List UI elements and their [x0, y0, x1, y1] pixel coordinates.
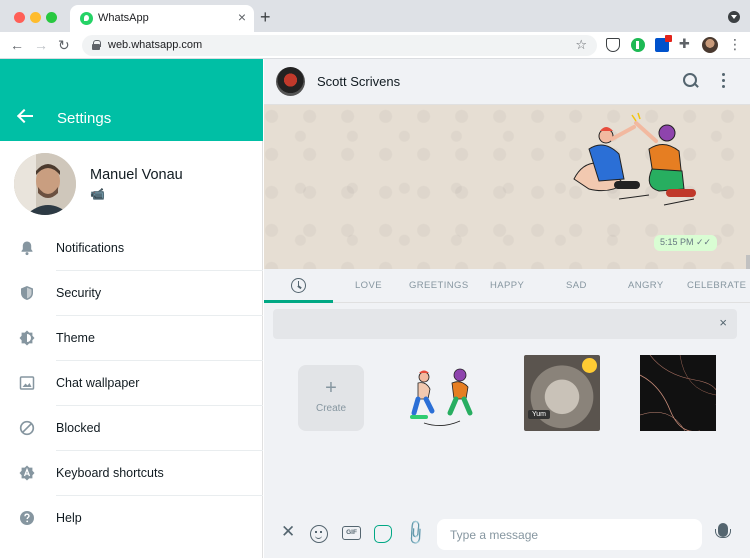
tab-celebrate[interactable]: CELEBRATE: [687, 280, 746, 291]
clock-icon: [291, 278, 306, 293]
chat-header: Scott Scrivens: [264, 59, 750, 105]
profile-name[interactable]: Manuel Vonau: [90, 167, 183, 183]
pocket-extension-icon[interactable]: [606, 38, 620, 52]
sticker-icon[interactable]: [374, 525, 392, 543]
keyboard-shortcuts-icon: [19, 465, 35, 481]
emoji-icon[interactable]: [310, 525, 328, 543]
extensions-puzzle-icon[interactable]: ✚: [679, 36, 693, 51]
settings-panel: Settings Manuel Vonau 📹 Notifications Se…: [0, 59, 263, 558]
settings-item-label: Keyboard shortcuts: [56, 466, 164, 480]
message-input[interactable]: [437, 519, 702, 550]
lock-icon[interactable]: [92, 40, 101, 50]
hamster-sticker[interactable]: Yum: [524, 355, 600, 431]
settings-item-label: Blocked: [56, 421, 101, 435]
settings-item-label: Help: [56, 511, 82, 525]
compose-bar: ✕ GIF 📎: [264, 509, 750, 558]
tab-love[interactable]: LOVE: [355, 280, 382, 291]
close-panel-icon[interactable]: ✕: [281, 523, 299, 541]
profile-photo-icon: [14, 153, 76, 215]
settings-item-security[interactable]: Security: [0, 271, 263, 316]
tab-title: WhatsApp: [98, 12, 149, 24]
microphone-icon[interactable]: [715, 523, 731, 538]
blocked-icon: [19, 420, 35, 436]
help-icon: [20, 511, 34, 525]
settings-item-keyboard-shortcuts[interactable]: Keyboard shortcuts: [0, 451, 263, 496]
dancers-sticker[interactable]: [404, 355, 480, 431]
whatsapp-favicon-icon: [80, 12, 93, 25]
tab-close-button[interactable]: ×: [238, 10, 246, 24]
settings-item-help[interactable]: Help: [0, 496, 263, 541]
tab-search-icon[interactable]: [728, 11, 740, 23]
bell-icon: [21, 241, 33, 256]
settings-item-label: Theme: [56, 331, 95, 345]
browser-profile-avatar[interactable]: [702, 37, 718, 53]
green-extension-icon[interactable]: [631, 38, 645, 52]
url-text[interactable]: web.whatsapp.com: [108, 39, 202, 51]
settings-item-notifications[interactable]: Notifications: [0, 226, 263, 271]
address-bar[interactable]: web.whatsapp.com ☆: [82, 35, 597, 56]
tab-recent[interactable]: [264, 269, 333, 303]
settings-item-theme[interactable]: Theme: [0, 316, 263, 361]
profile-avatar[interactable]: [14, 153, 76, 215]
clear-search-icon[interactable]: ×: [719, 316, 727, 330]
chat-messages[interactable]: 5:15 PM ✓✓: [264, 105, 750, 269]
tab-happy[interactable]: HAPPY: [490, 280, 524, 291]
gif-icon[interactable]: GIF: [342, 526, 361, 540]
settings-title: Settings: [57, 110, 112, 127]
settings-item-blocked[interactable]: Blocked: [0, 406, 263, 451]
sticker-caption: Yum: [528, 410, 551, 419]
create-label: Create: [315, 403, 346, 414]
smile-emoji-icon: [582, 358, 597, 373]
shield-icon: [21, 286, 33, 300]
tab-angry[interactable]: ANGRY: [628, 280, 664, 291]
browser-tab-whatsapp[interactable]: WhatsApp ×: [70, 5, 254, 32]
window-close-button[interactable]: [14, 12, 25, 23]
tab-sad[interactable]: SAD: [566, 280, 587, 291]
tab-greetings[interactable]: GREETINGS: [409, 280, 469, 291]
chat-menu-icon[interactable]: [722, 73, 726, 89]
sticker-search-input[interactable]: ×: [273, 309, 737, 339]
browser-menu-icon[interactable]: ⋮: [728, 36, 742, 52]
wallpaper-icon: [19, 376, 35, 390]
contact-name[interactable]: Scott Scrivens: [317, 74, 400, 89]
profile-status[interactable]: 📹: [90, 187, 105, 201]
settings-header: Settings: [0, 59, 263, 141]
browser-tab-bar: WhatsApp × +: [0, 0, 750, 32]
search-icon[interactable]: [683, 73, 700, 90]
settings-item-label: Chat wallpaper: [56, 376, 140, 390]
plus-icon: +: [325, 377, 337, 399]
new-tab-button[interactable]: +: [260, 8, 271, 26]
trello-extension-icon[interactable]: [655, 35, 672, 52]
settings-item-label: Security: [56, 286, 102, 300]
reload-button[interactable]: ↻: [58, 36, 70, 54]
settings-item-label: Notifications: [56, 241, 125, 255]
settings-item-chat-wallpaper[interactable]: Chat wallpaper: [0, 361, 263, 406]
create-sticker-button[interactable]: + Create: [298, 365, 364, 431]
attach-icon[interactable]: 📎: [401, 519, 429, 547]
window-zoom-button[interactable]: [46, 12, 57, 23]
back-arrow-icon[interactable]: [18, 109, 34, 123]
marble-sticker[interactable]: [640, 355, 716, 431]
chat-panel: Scott Scrivens 5:15 PM ✓✓ LOVE GREETINGS: [264, 59, 750, 558]
back-button[interactable]: ←: [10, 36, 24, 54]
high-five-sticker-icon[interactable]: [564, 109, 714, 209]
window-minimize-button[interactable]: [30, 12, 41, 23]
message-timestamp: 5:15 PM ✓✓: [654, 235, 718, 251]
theme-icon: [19, 330, 35, 346]
browser-toolbar: ← → ↻ web.whatsapp.com ☆ ✚ ⋮: [0, 32, 750, 59]
bookmark-star-icon[interactable]: ☆: [575, 37, 587, 53]
forward-button[interactable]: →: [34, 36, 48, 54]
sticker-category-tabs: LOVE GREETINGS HAPPY SAD ANGRY CELEBRATE: [264, 269, 750, 303]
contact-avatar[interactable]: [276, 67, 305, 96]
chat-scrollbar[interactable]: [746, 255, 750, 269]
